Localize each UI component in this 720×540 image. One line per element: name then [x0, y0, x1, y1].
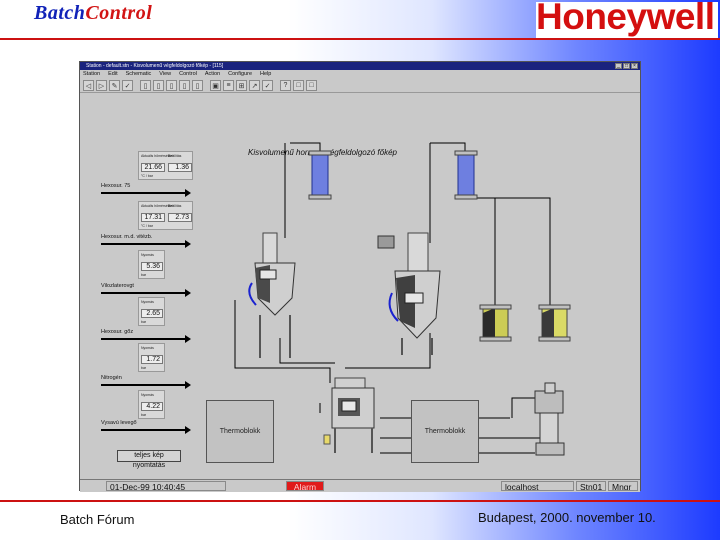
status-mode: Mngr: [608, 481, 638, 491]
menu-station[interactable]: Station: [83, 70, 100, 79]
menu-configure[interactable]: Configure: [228, 70, 252, 79]
menu-action[interactable]: Action: [205, 70, 220, 79]
minimize-button[interactable]: _: [615, 63, 622, 69]
page3-icon[interactable]: ▯: [166, 80, 177, 91]
list-icon[interactable]: ≡: [223, 80, 234, 91]
grid-icon[interactable]: ⊞: [236, 80, 247, 91]
menu-schematic[interactable]: Schematic: [126, 70, 152, 79]
thermoblock-left[interactable]: Thermoblokk: [206, 400, 274, 463]
slide-title-part1: Batch: [34, 2, 86, 24]
window-titlebar: Station - default.stn - Kisvolumenű végf…: [80, 62, 640, 70]
help-icon[interactable]: ?: [280, 80, 291, 91]
honeywell-logo: Honeywell: [536, 0, 718, 38]
logo-text: Honeywell: [536, 0, 715, 37]
page4-icon[interactable]: ▯: [179, 80, 190, 91]
box2-icon[interactable]: □: [306, 80, 317, 91]
alarm-indicator[interactable]: Alarm: [286, 481, 324, 491]
footer-right-text: Budapest, 2000. november 10.: [478, 510, 656, 525]
status-bar: 01-Dec-99 10:40:45 Alarm localhost Stn01…: [80, 479, 640, 492]
back-icon[interactable]: ◁: [83, 80, 94, 91]
ack-icon[interactable]: ✓: [262, 80, 273, 91]
status-datetime: 01-Dec-99 10:40:45: [106, 481, 226, 491]
schematic-area: Kisvolumenű hormon-végfeldolgozó főkép H…: [80, 93, 640, 479]
print-button[interactable]: teljes kép nyomtatás: [117, 450, 181, 469]
page-icon[interactable]: ▯: [140, 80, 151, 91]
arrow-icon[interactable]: ↗: [249, 80, 260, 91]
menu-control[interactable]: Control: [179, 70, 197, 79]
monitor-icon[interactable]: ▣: [210, 80, 221, 91]
tools-icon[interactable]: ✎: [109, 80, 120, 91]
status-station: Stn01: [576, 481, 606, 491]
status-server: localhost: [501, 481, 574, 491]
menu-edit[interactable]: Edit: [108, 70, 117, 79]
slide-title-part2: Control: [85, 2, 153, 24]
menu-view[interactable]: View: [159, 70, 171, 79]
menubar: Station Edit Schematic View Control Acti…: [80, 70, 640, 79]
page2-icon[interactable]: ▯: [153, 80, 164, 91]
thermoblock-label: Thermoblokk: [424, 428, 466, 435]
forward-icon[interactable]: ▷: [96, 80, 107, 91]
footer-rule: [0, 500, 720, 502]
application-window: Station - default.stn - Kisvolumenű végf…: [79, 61, 641, 492]
menu-help[interactable]: Help: [260, 70, 271, 79]
close-button[interactable]: ×: [631, 63, 638, 69]
maximize-button[interactable]: □: [623, 63, 630, 69]
box-icon[interactable]: □: [293, 80, 304, 91]
filter-unit: [308, 150, 478, 200]
thermoblock-right[interactable]: Thermoblokk: [411, 400, 479, 463]
header-rule: [0, 38, 720, 40]
footer-left-text: Batch Fórum: [60, 512, 135, 527]
window-title: Station - default.stn - Kisvolumenű végf…: [86, 63, 224, 69]
process-diagram: [234, 142, 571, 456]
slide-title: BatchControl: [34, 2, 152, 25]
thermoblock-label: Thermoblokk: [219, 428, 261, 435]
check-icon[interactable]: ✓: [122, 80, 133, 91]
page5-icon[interactable]: ▯: [192, 80, 203, 91]
toolbar: ◁ ▷ ✎ ✓ ▯ ▯ ▯ ▯ ▯ ▣ ≡ ⊞ ↗ ✓ ? □ □: [80, 79, 640, 93]
